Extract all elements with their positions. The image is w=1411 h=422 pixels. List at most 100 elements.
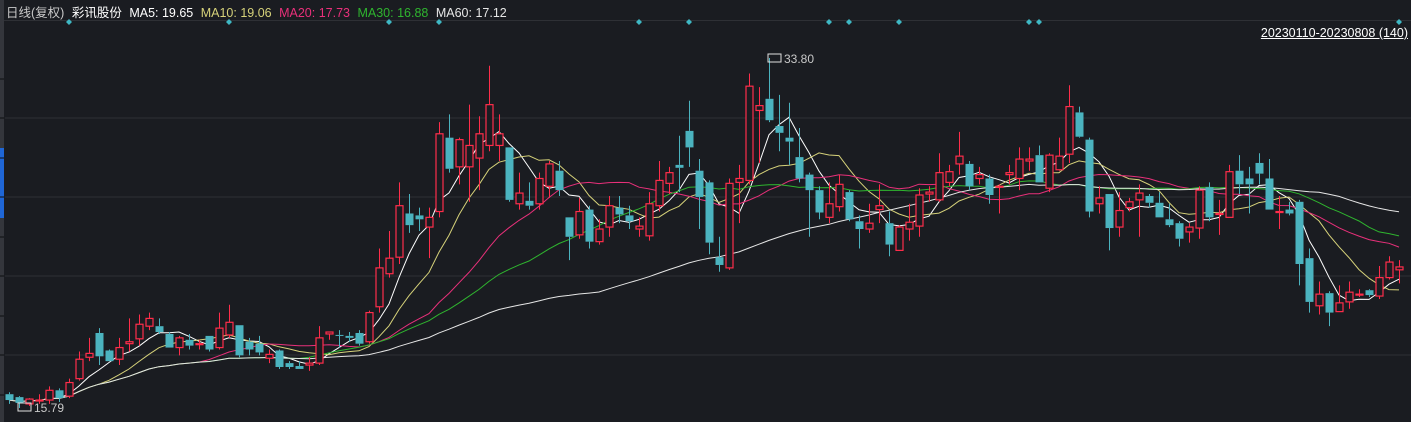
candle-body <box>985 178 994 196</box>
candle <box>305 357 314 371</box>
candle <box>15 396 24 408</box>
candle-body <box>925 191 934 195</box>
candle-body <box>515 192 524 205</box>
candle <box>895 225 904 251</box>
event-marker-icon <box>1396 19 1402 25</box>
candlestick-chart[interactable]: 33.80 15.79 <box>0 0 1411 422</box>
candle <box>1105 194 1114 251</box>
candle <box>125 318 134 352</box>
candle <box>885 211 894 257</box>
candle <box>1325 291 1334 327</box>
candle <box>1155 192 1164 218</box>
candle-body <box>655 179 664 207</box>
candle <box>1365 289 1374 298</box>
candle <box>105 349 114 362</box>
candle-body <box>875 205 884 211</box>
candle-body <box>745 85 754 182</box>
event-marker-icon <box>636 19 642 25</box>
candle-body <box>885 223 894 245</box>
candle-body <box>465 144 474 168</box>
candle-body <box>185 339 194 346</box>
candle-body <box>1025 158 1034 162</box>
candle <box>285 361 294 369</box>
candle <box>265 349 274 364</box>
candle <box>775 94 784 152</box>
candle <box>825 182 834 224</box>
candle-body <box>775 126 784 133</box>
candle <box>1085 137 1094 218</box>
candle <box>405 194 414 233</box>
candle <box>1075 106 1084 138</box>
candle <box>475 116 484 191</box>
candle <box>565 217 574 261</box>
candle-body <box>355 332 364 344</box>
candle <box>1095 186 1104 214</box>
candle <box>705 180 714 255</box>
candle-body <box>15 397 24 403</box>
candle <box>785 102 794 165</box>
candle-body <box>55 390 64 399</box>
candle-body <box>315 337 324 364</box>
candle <box>935 153 944 202</box>
candle-body <box>1365 290 1374 296</box>
candle <box>145 312 154 331</box>
candle-body <box>1215 212 1224 216</box>
event-marker-icon <box>686 19 692 25</box>
candle-body <box>685 130 694 148</box>
candle <box>735 164 744 224</box>
candle-body <box>325 331 334 335</box>
candle <box>485 65 494 152</box>
candle-body <box>255 343 264 353</box>
candle-body <box>835 183 844 208</box>
candle-body <box>405 213 414 226</box>
candle-body <box>1355 293 1364 296</box>
candle-body <box>135 323 144 340</box>
candle-body <box>1075 112 1084 137</box>
candle-body <box>105 350 114 362</box>
candle-body <box>525 200 534 206</box>
candle-body <box>425 216 434 228</box>
candle-body <box>225 321 234 336</box>
candle <box>165 332 174 348</box>
candle <box>95 328 104 366</box>
candle <box>915 188 924 237</box>
candle-body <box>1395 266 1404 271</box>
candle-body <box>895 226 904 251</box>
candle <box>655 160 664 212</box>
candle-body <box>805 174 814 191</box>
candle <box>685 100 694 167</box>
candle-body <box>45 389 54 401</box>
candle <box>1065 85 1074 163</box>
candle-body <box>995 185 1004 188</box>
candle-body <box>1335 302 1344 313</box>
candle <box>615 195 624 224</box>
candle <box>1145 194 1154 208</box>
candle-body <box>1155 202 1164 218</box>
candle <box>385 230 394 278</box>
candle-body <box>975 174 984 180</box>
candle-body <box>305 362 314 366</box>
candle <box>445 114 454 173</box>
candle <box>115 337 124 366</box>
candle-body <box>1385 261 1394 279</box>
candle <box>1205 182 1214 222</box>
candle-body <box>95 332 104 357</box>
candle-body <box>1095 197 1104 205</box>
candle <box>1185 223 1194 243</box>
candle-body <box>485 104 494 147</box>
candle <box>675 135 684 193</box>
candle-body <box>1275 210 1284 214</box>
candle <box>205 335 214 352</box>
candle <box>865 203 874 233</box>
candle <box>195 339 204 350</box>
candle-body <box>635 225 644 230</box>
candle-body <box>155 326 164 333</box>
candle <box>715 236 724 272</box>
candle <box>85 337 94 362</box>
candle-body <box>1285 209 1294 214</box>
candle-body <box>1035 155 1044 183</box>
candle <box>1045 153 1054 193</box>
candle-body <box>1005 172 1014 176</box>
candle-body <box>1045 154 1054 189</box>
candle-body <box>565 217 574 237</box>
